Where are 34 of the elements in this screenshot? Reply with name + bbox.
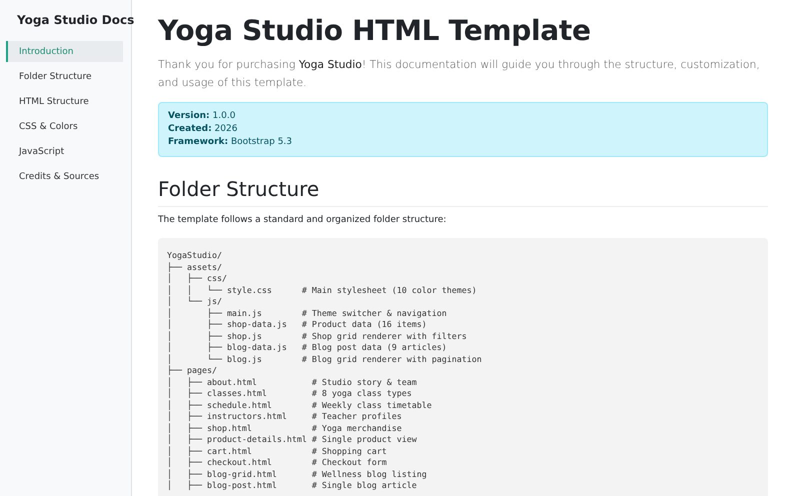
code-line: │ ├── checkout.html # Checkout form	[167, 457, 387, 468]
code-line: │ ├── shop-data.js # Product data (16 items)	[167, 319, 427, 330]
page-title: Yoga Studio HTML Template	[158, 14, 592, 47]
code-line: │ ├── shop.html # Yoga merchandise	[167, 422, 402, 434]
code-line: │ ├── css/	[167, 273, 227, 284]
code-line: │ ├── main.js # Theme switcher & navigation	[167, 308, 447, 318]
intro-paragraph: Thank you for purchasing Yoga Studio! This documentation will guide you through the structure, customization, and usage of this template.	[158, 57, 761, 91]
code-line: │ ├── about.html # Studio story & team	[167, 376, 417, 388]
code-line: │ ├── blog-post.html # Single blog article	[167, 480, 417, 492]
code-line: │ └── blog.js # Blog grid renderer with pagination	[167, 354, 482, 364]
code-line: │ ├── classes.html # 8 yoga class types	[167, 388, 412, 400]
info-line: Framework: Bootstrap 5.3	[168, 136, 294, 149]
sidebar-link[interactable]: HTML Structure	[6, 91, 123, 112]
code-line: ├── pages/	[167, 365, 217, 376]
code-line: │ ├── schedule.html # Weekly class timetable	[167, 400, 432, 410]
code-line: ├── assets/	[167, 262, 222, 272]
code-line: │ ├── product-details.html # Single product view	[167, 434, 417, 446]
code-line: │ │ └── style.css # Main stylesheet (10 color themes)	[167, 284, 477, 296]
sidebar-link[interactable]: JavaScript	[6, 141, 123, 162]
sidebar-link[interactable]: CSS & Colors	[6, 116, 123, 137]
code-line: YogaStudio/	[167, 250, 222, 262]
code-line: │ ├── blog-grid.html # Wellness blog listing	[167, 468, 427, 480]
code-line: │ ├── cart.html # Shopping cart	[167, 446, 387, 456]
code-line: │ └── js/	[167, 296, 222, 308]
sidebar-link[interactable]: Folder Structure	[6, 66, 123, 87]
code-line: │ ├── blog-data.js # Blog post data (9 articles)	[167, 342, 447, 354]
info-line: Created: 2026	[168, 123, 238, 136]
sidebar-link[interactable]: Introduction	[6, 41, 123, 62]
code-line: │ ├── shop.js # Shop grid renderer with filters	[167, 330, 467, 342]
info-line: Version: 1.0.0	[168, 110, 236, 123]
sidebar-link[interactable]: Credits & Sources	[6, 166, 123, 187]
code-line: │ ├── instructors.html # Teacher profiles	[167, 411, 402, 422]
section-text: The template follows a standard and organized folder structure:	[158, 215, 448, 225]
section-heading: Folder Structure	[158, 177, 768, 207]
